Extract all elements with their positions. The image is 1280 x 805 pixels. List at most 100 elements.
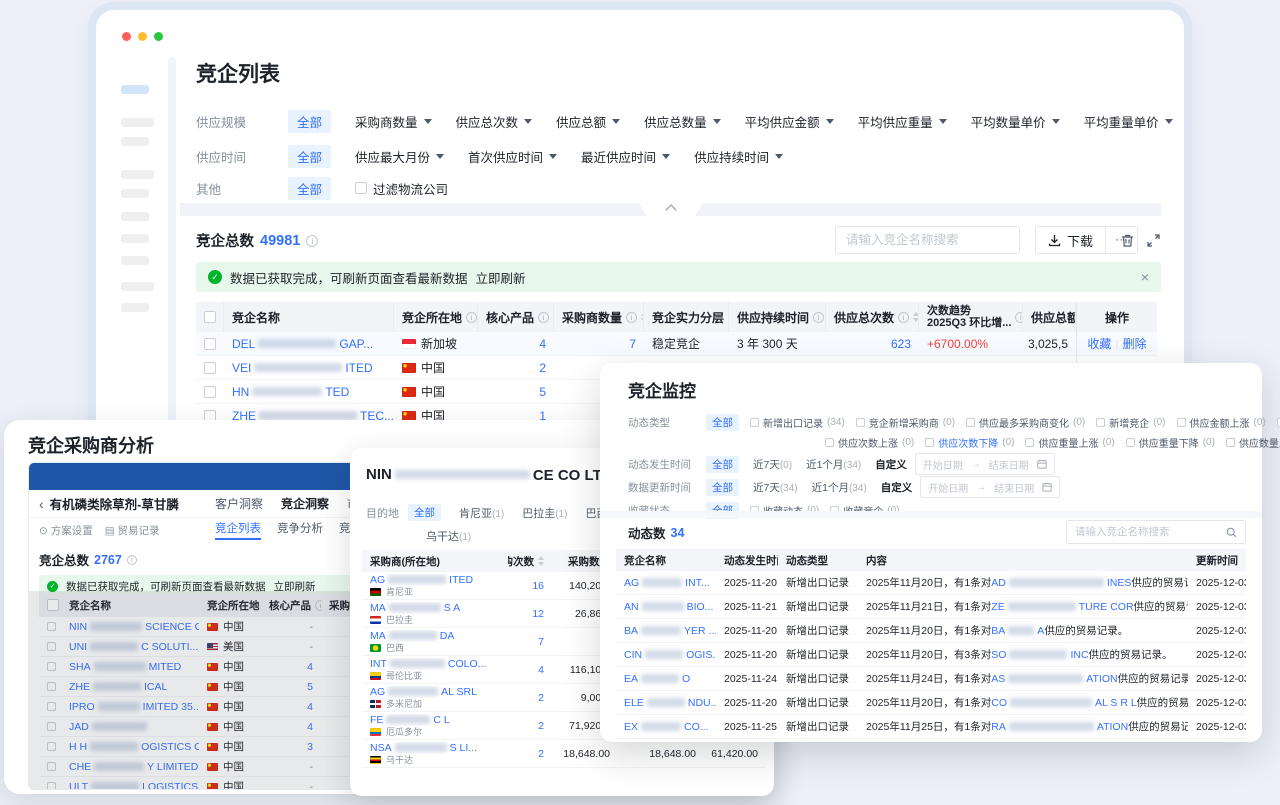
purchase-times[interactable]: 4 [508,656,552,684]
filter-dropdown[interactable]: 供应最大月份 [355,147,444,166]
checkbox-icon[interactable] [204,386,216,398]
filter-chip-all[interactable]: 全部 [706,456,739,473]
monitor-row[interactable]: BAYER ...2025-11-20新增出口记录2025年11月20日，有1条… [616,619,1246,643]
supply-times[interactable]: 623 [826,332,919,356]
purchaser-name-cell[interactable]: AGITED肯尼亚 [362,572,508,600]
checkbox-icon[interactable] [204,311,216,323]
info-icon[interactable]: i [306,235,318,247]
favorite-action[interactable]: 收藏 [1087,335,1111,352]
checkbox-icon[interactable] [825,438,834,447]
monitor-filter-checkbox[interactable]: 供应重量上涨(0) [1025,435,1114,450]
monitor-filter-checkbox[interactable]: 供应次数上涨(0) [825,435,914,450]
core-product-count[interactable]: 4 [261,717,321,737]
close-icon[interactable]: × [1141,269,1149,285]
competitor-name-link[interactable]: H HOGISTICS C... [61,737,199,757]
content-company-link[interactable]: COAL S R L [991,697,1136,709]
core-product-count[interactable]: - [261,757,321,777]
purchaser-name-cell[interactable]: AGAL SRL多米尼加 [362,684,508,712]
toolbar-link-1[interactable]: ▤ 贸易记录 [105,523,160,538]
select-all-checkbox[interactable] [39,593,61,617]
row-checkbox[interactable] [196,332,224,356]
subtab-0[interactable]: 竞企列表 [215,520,261,540]
competitor-name-link[interactable]: VEIITED [224,356,394,380]
buyer-count[interactable]: 7 [554,332,644,356]
time-option[interactable]: 近1个月(34) [806,457,861,472]
row-checkbox[interactable] [39,637,61,657]
purchase-times[interactable]: 7 [508,628,552,656]
row-checkbox[interactable] [39,617,61,637]
competitor-name-link[interactable]: ANBIO... [616,595,716,619]
tab-1[interactable]: 竞企洞察 [281,495,329,512]
purchase-times[interactable]: 2 [508,684,552,712]
content-company-link[interactable]: ZETURE COR [991,601,1133,613]
info-icon[interactable]: i [538,312,549,323]
purchase-times[interactable]: 12 [508,600,552,628]
filter-dropdown[interactable]: 平均供应金额 [745,112,834,131]
filter-dropdown[interactable]: 平均供应重量 [858,112,947,131]
checkbox-icon[interactable] [1177,418,1186,427]
table-row[interactable]: DELGAP...新加坡47稳定竞企3 年 300 天623+6700.00%3… [196,332,1157,356]
fullscreen-button[interactable] [1144,231,1162,249]
core-product-count[interactable]: - [261,637,321,657]
row-checkbox[interactable] [39,717,61,737]
purchaser-name-cell[interactable]: FEC L厄瓜多尔 [362,712,508,740]
competitor-name-link[interactable]: ZHEICAL [61,677,199,697]
filter-dropdown[interactable]: 首次供应时间 [468,147,557,166]
core-product-count[interactable]: - [261,617,321,637]
tab-0[interactable]: 客户洞察 [215,495,263,512]
content-company-link[interactable]: BAA [991,625,1044,637]
refresh-link[interactable]: 立即刷新 [476,268,526,287]
purchaser-name-cell[interactable]: NSAS LI...乌干达 [362,740,508,768]
filter-chip-all[interactable]: 全部 [288,110,331,133]
info-icon[interactable]: i [466,312,477,323]
row-checkbox[interactable] [39,737,61,757]
monitor-filter-checkbox[interactable]: 新增出口记录(34) [750,415,845,430]
filter-chip-all[interactable]: 全部 [288,145,331,168]
competitor-name-link[interactable]: SHAMITED [61,657,199,677]
purchaser-name-link[interactable]: AGAL SRL [370,686,477,698]
download-button[interactable]: 下载 [1036,227,1105,253]
purchaser-name-link[interactable]: MAS A [370,602,460,614]
row-checkbox[interactable] [39,697,61,717]
filter-chip-all[interactable]: 全部 [706,414,739,431]
purchaser-name-cell[interactable]: MADA巴西 [362,628,508,656]
filter-chip-all[interactable]: 全部 [288,177,331,200]
time-option[interactable]: 近7天(34) [753,480,798,495]
destination-option[interactable]: 肯尼亚(1) [459,505,504,521]
purchaser-name-link[interactable]: FEC L [370,714,450,726]
filter-collapse-bar[interactable] [180,203,1161,216]
delete-action[interactable]: 删除 [1123,335,1147,352]
info-icon[interactable]: i [1015,312,1023,323]
checkbox-icon[interactable] [204,362,216,374]
filter-dropdown[interactable]: 供应总数量 [644,112,721,131]
delete-button[interactable] [1118,231,1136,249]
filter-dropdown[interactable]: 供应总额 [556,112,620,131]
search-input[interactable] [836,233,1007,247]
checkbox-icon[interactable] [1226,438,1235,447]
competitor-name-link[interactable]: DELGAP... [224,332,394,356]
purchaser-name-cell[interactable]: MAS A巴拉圭 [362,600,508,628]
purchaser-name-link[interactable]: NSAS LI... [370,742,477,754]
filter-dropdown[interactable]: 平均数量单价 [971,112,1060,131]
monitor-filter-checkbox[interactable]: 新增竞企(0) [1096,415,1165,430]
purchaser-name-link[interactable]: MADA [370,630,454,642]
row-checkbox[interactable] [196,380,224,404]
filter-checkbox[interactable]: 过滤物流公司 [355,179,448,198]
filter-dropdown[interactable]: 最近供应时间 [581,147,670,166]
competitor-name-link[interactable]: HNTED [224,380,394,404]
competitor-name-link[interactable]: UNIC SOLUTI... [61,637,199,657]
back-icon[interactable]: ‹ [39,496,44,512]
monitor-row[interactable]: ANBIO...2025-11-21新增出口记录2025年11月21日，有1条对… [616,595,1246,619]
close-window-icon[interactable] [122,32,131,41]
monitor-row[interactable]: CINOGIS...2025-11-20新增出口记录2025年11月20日，有3… [616,643,1246,667]
core-product-count[interactable]: 5 [261,677,321,697]
time-option[interactable]: 近7天(0) [753,457,792,472]
purchase-times[interactable]: 16 [508,572,552,600]
purchaser-name-link[interactable]: INTCOLO... [370,658,486,670]
select-all-checkbox[interactable] [196,302,224,332]
monitor-row[interactable]: EAO2025-11-24新增出口记录2025年11月24日，有1条对ASATI… [616,667,1246,691]
competitor-name-link[interactable]: CHEY LIMITED [61,757,199,777]
competitor-name-link[interactable]: AGINT... [616,571,716,595]
competitor-name-link[interactable]: IPROIMITED 35... [61,697,199,717]
checkbox-icon[interactable] [47,622,56,631]
